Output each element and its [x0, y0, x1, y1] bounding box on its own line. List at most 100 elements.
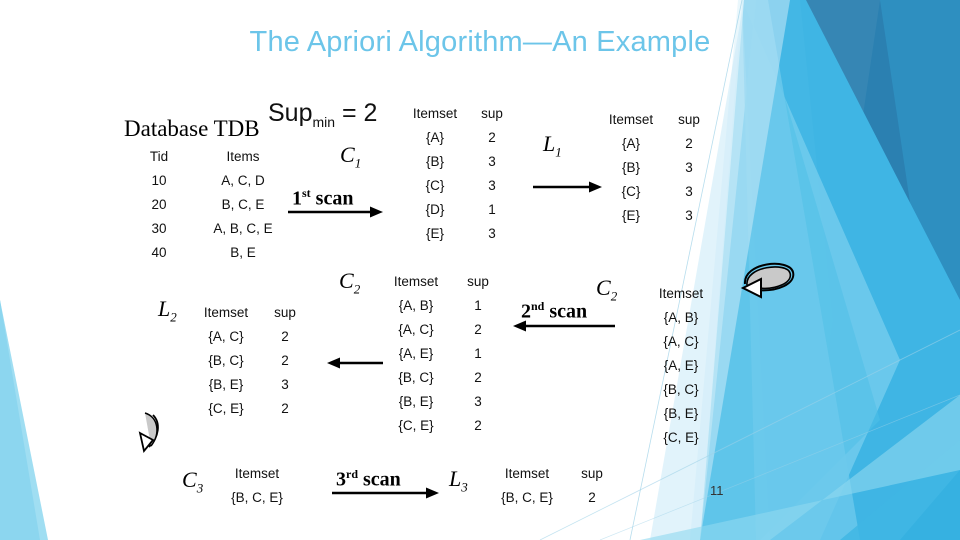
second-scan-suffix: nd [531, 299, 545, 313]
table-row: {A, E} [642, 354, 720, 378]
cell-tid: 40 [151, 245, 167, 260]
label-c2-counts-subscript: 2 [353, 281, 361, 297]
table-row: {C, E} 2 [378, 414, 502, 438]
cell-sup: 2 [474, 418, 482, 433]
cell-sup: 2 [685, 136, 693, 151]
table-row: {A} 2 [405, 126, 519, 150]
cell-itemset: {E} [425, 226, 445, 241]
label-l2-base: L [158, 296, 171, 321]
cell-itemset: {B, C} [208, 353, 244, 368]
label-c1-base: C [340, 142, 355, 167]
cell-itemset: {D} [425, 202, 445, 217]
cell-items: A, B, C, E [213, 221, 273, 236]
label-c2-candidates-subscript: 2 [610, 288, 618, 304]
table-row: {C} 3 [600, 180, 716, 204]
label-c1-subscript: 1 [354, 155, 362, 171]
label-l3: L3 [449, 466, 468, 495]
table-row: 20 B, C, E [130, 193, 298, 217]
table-header-row: Itemset sup [378, 270, 502, 294]
second-scan-arrow-left-icon [513, 320, 615, 332]
column-header-itemset: Itemset [658, 286, 704, 301]
label-l1-base: L [543, 131, 556, 156]
cell-itemset: {A, B} [398, 298, 434, 313]
table-row: {C} 3 [405, 174, 519, 198]
column-header-itemset: Itemset [412, 106, 458, 121]
table-row: {E} 3 [405, 222, 519, 246]
cell-itemset: {E} [621, 208, 641, 223]
cell-sup: 1 [474, 298, 482, 313]
cell-items: A, C, D [221, 173, 265, 188]
label-c2-counts: C2 [339, 268, 360, 297]
column-header-items: Items [226, 149, 260, 164]
table-row: {A, B} [642, 306, 720, 330]
label-c2-candidates-base: C [596, 275, 611, 300]
cell-itemset: {B, C} [398, 370, 434, 385]
column-header-itemset: Itemset [234, 466, 280, 481]
cell-sup: 2 [281, 353, 289, 368]
cell-tid: 10 [151, 173, 167, 188]
label-l2: L2 [158, 296, 177, 325]
cell-itemset: {A, B} [663, 310, 699, 325]
table-row: 10 A, C, D [130, 169, 298, 193]
cell-itemset: {B, C} [663, 382, 699, 397]
table-row: {A, B} 1 [378, 294, 502, 318]
cell-itemset: {A} [425, 130, 445, 145]
page-number: 11 [710, 483, 724, 498]
cell-itemset: {A, C} [208, 329, 244, 344]
cell-itemset: {B, C, E} [231, 490, 283, 505]
sup-min-equals: = 2 [342, 99, 378, 127]
cell-sup: 2 [281, 329, 289, 344]
table-row: {B, E} 3 [378, 390, 502, 414]
third-scan-arrow-right-icon [332, 487, 439, 499]
column-header-itemset: Itemset [504, 466, 550, 481]
cell-itemset: {B, C, E} [501, 490, 553, 505]
sup-min-subscript: min [312, 114, 336, 130]
cell-itemset: {C} [621, 184, 641, 199]
cell-itemset: {C, E} [398, 418, 434, 433]
c2-candidates-table: Itemset {A, B} {A, C} {A, E} {B, C} {B, … [642, 282, 720, 450]
column-header-itemset: Itemset [203, 305, 249, 320]
table-header-row: Itemset sup [485, 462, 615, 486]
cell-itemset: {A, C} [663, 334, 699, 349]
table-row: {B, C} 2 [378, 366, 502, 390]
table-header-row: Tid Items [130, 145, 298, 169]
cell-itemset: {A, C} [398, 322, 434, 337]
column-header-tid: Tid [149, 149, 169, 164]
table-row: {B, C} [642, 378, 720, 402]
page-title: The Apriori Algorithm—An Example [249, 26, 711, 58]
cell-itemset: {B} [621, 160, 641, 175]
table-row: {A} 2 [600, 132, 716, 156]
cell-sup: 3 [488, 226, 496, 241]
table-row: {B} 3 [600, 156, 716, 180]
table-row: {A, C} [642, 330, 720, 354]
c2-counts-table: Itemset sup {A, B} 1 {A, C} 2 {A, E} 1 {… [378, 270, 502, 438]
table-row: {B, C} 2 [190, 349, 308, 373]
cell-sup: 3 [685, 208, 693, 223]
label-c3-subscript: 3 [196, 480, 204, 496]
table-header-row: Itemset sup [405, 102, 519, 126]
table-header-row: Itemset sup [190, 301, 308, 325]
cell-itemset: {B, E} [208, 377, 244, 392]
table-row: 30 A, B, C, E [130, 217, 298, 241]
label-l1: L1 [543, 131, 562, 160]
label-c1: C1 [340, 142, 361, 171]
cell-itemset: {B, E} [663, 406, 699, 421]
cell-itemset: {C, E} [208, 401, 244, 416]
cell-itemset: {A, E} [398, 346, 434, 361]
curved-loop-arrow-icon [138, 412, 159, 454]
cell-itemset: {C} [425, 178, 445, 193]
label-c3: C3 [182, 467, 203, 496]
column-header-sup: sup [678, 112, 700, 127]
column-header-sup: sup [481, 106, 503, 121]
table-row: {B, E} 3 [190, 373, 308, 397]
table-row: {B, C, E} [216, 486, 298, 510]
l2-table: Itemset sup {A, C} 2 {B, C} 2 {B, E} 3 {… [190, 301, 308, 421]
label-c3-base: C [182, 467, 197, 492]
sup-min-label: Supmin = 2 [268, 99, 377, 130]
table-row: {A, C} 2 [378, 318, 502, 342]
cell-tid: 20 [151, 197, 167, 212]
cell-sup: 2 [488, 130, 496, 145]
table-row: {B, C, E} 2 [485, 486, 615, 510]
cell-itemset: {B, E} [398, 394, 434, 409]
cell-sup: 3 [488, 178, 496, 193]
